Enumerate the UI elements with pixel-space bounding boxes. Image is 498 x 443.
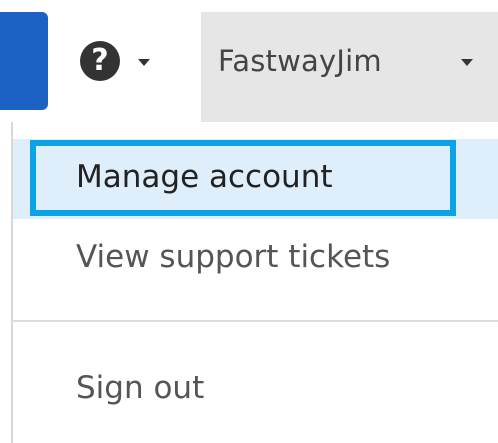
username-label: FastwayJim [218, 44, 382, 78]
primary-nav-button[interactable] [0, 12, 48, 110]
chevron-down-icon [138, 59, 150, 66]
chevron-down-icon [461, 59, 473, 66]
help-menu-toggle[interactable]: ? [60, 12, 200, 112]
screen: ? FastwayJim Manage account View support… [0, 0, 498, 443]
question-circle-icon: ? [80, 41, 120, 81]
menu-item-sign-out[interactable]: Sign out [13, 360, 498, 420]
top-navigation-bar: ? FastwayJim [0, 0, 498, 122]
menu-item-label: Sign out [76, 370, 205, 406]
menu-divider [13, 320, 498, 322]
menu-item-manage-account[interactable]: Manage account [13, 139, 498, 219]
user-dropdown-menu: Manage account View support tickets Sign… [11, 122, 498, 443]
user-menu-toggle[interactable]: FastwayJim [201, 12, 498, 122]
menu-item-view-support-tickets[interactable]: View support tickets [13, 230, 498, 290]
menu-item-label: View support tickets [76, 239, 391, 275]
menu-item-label: Manage account [76, 159, 333, 195]
